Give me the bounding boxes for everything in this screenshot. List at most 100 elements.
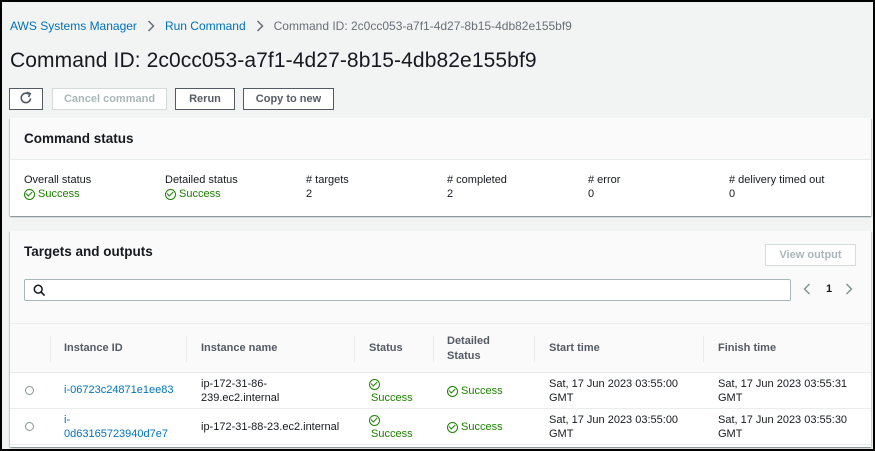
column-status[interactable]: Status [369, 342, 403, 354]
instance-id-link[interactable]: i-06723c24871e1ee83 [64, 383, 174, 397]
overall-status-label: Overall status [24, 174, 92, 186]
column-detailed-status-line2: Status [447, 350, 481, 362]
table-row[interactable]: i-06723c24871e1ee83 ip-172-31-86- 239.ec… [10, 373, 871, 409]
page-title: Command ID: 2c0cc053-a7f1-4d27-8b15-4db8… [10, 49, 537, 72]
start-time-line1: Sat, 17 Jun 2023 03:55:00 [549, 378, 679, 390]
success-check-icon [165, 188, 176, 200]
column-instance-id[interactable]: Instance ID [64, 342, 123, 354]
detailed-status-text: Success [179, 188, 221, 200]
detailed-status-label: Detailed status [165, 174, 238, 186]
row-finish-time: Sat, 17 Jun 2023 03:55:31 GMT [718, 377, 847, 405]
instance-id-link[interactable]: i- 0d63165723940d7e7 [64, 413, 168, 441]
refresh-icon [19, 90, 33, 108]
targets-outputs-title: Targets and outputs [24, 244, 153, 259]
row-status: Success [369, 377, 413, 405]
chevron-left-icon[interactable] [803, 283, 811, 295]
column-divider [50, 336, 51, 362]
row-detailed-status: Success [447, 384, 503, 398]
column-start-time[interactable]: Start time [549, 342, 600, 354]
instance-name: ip-172-31-86- 239.ec2.internal [201, 377, 279, 405]
table-header: Instance ID Instance name Status Detaile… [10, 323, 871, 373]
targets-count-label: # targets [306, 174, 349, 186]
overall-status: Overall status Success [24, 174, 91, 200]
copy-to-new-button[interactable]: Copy to new [243, 88, 334, 110]
finish-time-line2: GMT [718, 428, 743, 440]
row-select-radio[interactable] [25, 422, 34, 431]
breadcrumb-current: Command ID: 2c0cc053-a7f1-4d27-8b15-4db8… [273, 19, 572, 33]
column-divider [703, 336, 704, 362]
delivery-timed-out-label: # delivery timed out [729, 174, 825, 186]
success-check-icon [24, 188, 35, 200]
row-start-time: Sat, 17 Jun 2023 03:55:00 GMT [549, 413, 678, 441]
error-count-label: # error [588, 174, 621, 186]
row-start-time: Sat, 17 Jun 2023 03:55:00 GMT [549, 377, 678, 405]
command-status-panel: Command status Overall status Success De… [10, 118, 871, 216]
breadcrumb: AWS Systems Manager Run Command Command … [10, 18, 572, 34]
column-finish-time[interactable]: Finish time [718, 342, 776, 354]
row-status: Success [369, 413, 413, 441]
targets-outputs-panel: Targets and outputs View output 1 Instan… [10, 231, 871, 447]
refresh-button[interactable] [9, 88, 43, 110]
instance-id-line1: i-06723c24871e1ee83 [64, 384, 174, 396]
breadcrumb-systems-manager[interactable]: AWS Systems Manager [10, 19, 137, 33]
success-check-icon [447, 385, 458, 397]
success-check-icon [369, 414, 380, 426]
detailed-status: Detailed status Success [165, 174, 238, 200]
breadcrumb-run-command[interactable]: Run Command [165, 19, 246, 33]
targets-count-value: 2 [306, 188, 313, 200]
column-detailed-status-line1: Detailed [447, 335, 490, 347]
finish-time-line1: Sat, 17 Jun 2023 03:55:30 [718, 414, 848, 426]
success-check-icon [447, 421, 458, 433]
completed-count: # completed 2 [447, 174, 507, 200]
row-detailed-status-text: Success [461, 421, 503, 433]
column-divider [186, 336, 187, 362]
instance-name: ip-172-31-88-23.ec2.internal [201, 420, 339, 434]
column-detailed-status[interactable]: Detailed Status [447, 334, 490, 364]
pagination: 1 [803, 280, 853, 298]
row-finish-time: Sat, 17 Jun 2023 03:55:30 GMT [718, 413, 847, 441]
finish-time-line2: GMT [718, 392, 743, 404]
search-input[interactable] [24, 279, 791, 301]
command-status-header: Command status [10, 118, 871, 160]
row-select-radio[interactable] [25, 386, 34, 395]
targets-count: # targets 2 [306, 174, 349, 200]
page-number[interactable]: 1 [826, 283, 832, 295]
row-status-text: Success [371, 392, 413, 404]
chevron-right-icon [147, 20, 155, 32]
targets-outputs-header: Targets and outputs View output 1 [10, 231, 871, 323]
rerun-button[interactable]: Rerun [175, 88, 235, 110]
table-row[interactable]: i- 0d63165723940d7e7 ip-172-31-88-23.ec2… [10, 409, 871, 445]
column-divider [433, 336, 434, 362]
overall-status-text: Success [38, 188, 80, 200]
row-status-text: Success [371, 428, 413, 440]
instance-id-line1: i- [64, 414, 71, 426]
view-output-button[interactable]: View output [765, 244, 856, 266]
instance-id-line2: 0d63165723940d7e7 [64, 428, 169, 440]
start-time-line2: GMT [549, 392, 574, 404]
finish-time-line1: Sat, 17 Jun 2023 03:55:31 [718, 378, 848, 390]
error-count: # error 0 [588, 174, 620, 200]
delivery-timed-out-value: 0 [729, 188, 736, 200]
start-time-line2: GMT [549, 428, 574, 440]
column-divider [354, 336, 355, 362]
command-status-title: Command status [24, 131, 134, 146]
success-check-icon [369, 378, 380, 390]
completed-count-value: 2 [447, 188, 454, 200]
window-frame: AWS Systems Manager Run Command Command … [0, 0, 875, 451]
delivery-timed-out-count: # delivery timed out 0 [729, 174, 824, 200]
search-icon [33, 284, 46, 302]
column-instance-name[interactable]: Instance name [201, 342, 277, 354]
completed-count-label: # completed [447, 174, 507, 186]
instance-name-line1: ip-172-31-88-23.ec2.internal [201, 421, 340, 433]
chevron-right-icon[interactable] [845, 283, 853, 295]
detailed-status-value: Success [165, 188, 238, 200]
column-divider [534, 336, 535, 362]
instance-name-line2: 239.ec2.internal [201, 392, 280, 404]
error-count-value: 0 [588, 188, 595, 200]
overall-status-value: Success [24, 188, 91, 200]
cancel-command-button[interactable]: Cancel command [52, 88, 167, 110]
instance-name-line1: ip-172-31-86- [201, 378, 268, 390]
row-detailed-status: Success [447, 420, 503, 434]
start-time-line1: Sat, 17 Jun 2023 03:55:00 [549, 414, 679, 426]
row-detailed-status-text: Success [461, 385, 503, 397]
